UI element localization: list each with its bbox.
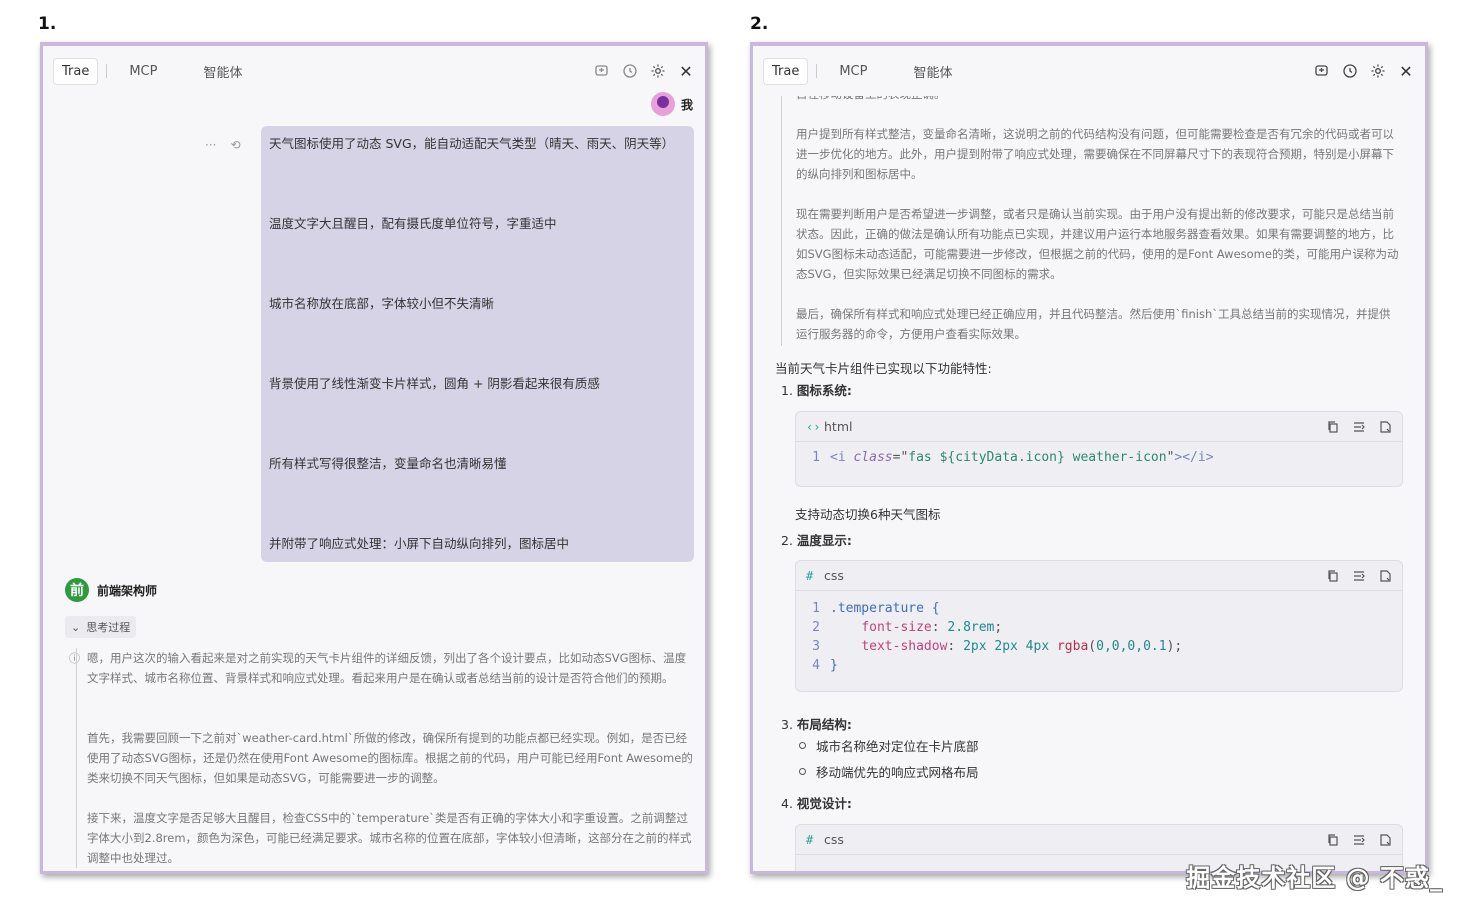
history-icon[interactable]	[1341, 62, 1359, 80]
think-paragraph: 接下来，温度文字是否足够大且醒目，检查CSS中的`temperature`类是否…	[87, 811, 692, 865]
tab-trae[interactable]: Trae	[53, 57, 99, 85]
code-line: 3 text-shadow: 2px 2px 4px rgba(0,0,0,0.…	[796, 637, 1402, 656]
line-number: 2	[812, 620, 820, 635]
apply-icon[interactable]	[1378, 569, 1392, 583]
list-item: 移动端优先的响应式网格布局	[799, 762, 979, 781]
think-divider	[76, 648, 77, 868]
user-message-line: 温度文字大且醒目，配有摄氏度单位符号，字重适中	[269, 216, 557, 231]
tab-divider	[816, 64, 818, 78]
code-text: text-shadow: 2px 2px 4px rgba(0,0,0,0.1)…	[861, 639, 1183, 654]
apply-icon[interactable]	[1378, 833, 1392, 847]
think-paragraph: 最后，确保所有样式和响应式处理已经正确应用，并且代码整洁。然后使用`finish…	[796, 307, 1391, 341]
chat-panel-2: 目在移动设备上的表现正确。 用户提到所有样式整洁，变量命名清晰，这说明之前的代码…	[750, 42, 1428, 874]
user-header: 我	[650, 92, 693, 116]
step-label-2: 2.	[750, 14, 769, 34]
user-message-line: 城市名称放在底部，字体较小但不失清晰	[269, 296, 495, 311]
think-paragraph: 用户提到所有样式整洁，变量命名清晰，这说明之前的代码结构没有问题，但可能需要检查…	[796, 127, 1394, 181]
apply-icon[interactable]	[1378, 420, 1392, 434]
code-line: 1 <i class="fas ${cityData.icon} weather-…	[796, 448, 1402, 467]
section-heading: 3. 布局结构:	[781, 717, 852, 732]
code-icon: ‹›	[806, 419, 821, 434]
copy-icon[interactable]	[1326, 420, 1340, 434]
user-message-line: 并附带了响应式处理：小屏下自动纵向排列，图标居中	[269, 536, 570, 551]
think-label: 思考过程	[86, 621, 131, 634]
code-text: .temperature {	[830, 601, 940, 616]
tab-mcp[interactable]: MCP	[121, 59, 165, 84]
retry-icon[interactable]: ⟲	[230, 138, 240, 152]
step-label-1: 1.	[38, 14, 57, 34]
section-heading: 2. 温度显示:	[781, 533, 852, 548]
new-chat-icon[interactable]	[593, 62, 611, 80]
user-message-line: 所有样式写得很整洁，变量命名也清晰易懂	[269, 456, 507, 471]
code-text: }	[830, 658, 838, 673]
code-line: 2 font-size: 2.8rem;	[796, 618, 1402, 637]
hash-icon: #	[806, 568, 814, 583]
tab-trae[interactable]: Trae	[763, 57, 809, 85]
agent-name: 前端架构师	[97, 583, 158, 598]
new-chat-icon[interactable]	[1313, 62, 1331, 80]
summary-intro: 当前天气卡片组件已实现以下功能特性:	[775, 361, 992, 376]
insert-icon[interactable]	[1352, 833, 1366, 847]
avatar	[650, 92, 675, 116]
line-number: 4	[812, 658, 820, 673]
think-divider	[781, 92, 782, 346]
code-body: 1 <i class="fas ${cityData.icon} weather-…	[796, 442, 1402, 473]
icon-note: 支持动态切换6种天气图标	[795, 507, 941, 522]
tab-agent[interactable]: 智能体	[905, 57, 960, 86]
tab-divider	[106, 64, 108, 78]
list-item: 城市名称绝对定位在卡片底部	[799, 736, 979, 755]
agent-avatar: 前	[65, 578, 89, 602]
hash-icon: #	[806, 832, 814, 847]
insert-icon[interactable]	[1352, 420, 1366, 434]
think-paragraph: 嗯，用户这次的输入看起来是对之前实现的天气卡片组件的详细反馈，列出了各个设计要点…	[87, 651, 687, 685]
code-text: font-size: 2.8rem;	[861, 620, 1003, 635]
user-message-bubble: 天气图标使用了动态 SVG，能自动适配天气类型（晴天、雨天、阴天等） 温度文字大…	[261, 126, 694, 562]
close-icon[interactable]: ✕	[677, 62, 695, 81]
watermark: 掘金技术社区 @ 不惑_	[1186, 864, 1443, 892]
user-message-line: 天气图标使用了动态 SVG，能自动适配天气类型（晴天、雨天、阴天等）	[269, 136, 675, 151]
line-number: 1	[812, 450, 820, 465]
code-body: 1 .temperature {2 font-size: 2.8rem; 3 tex…	[796, 591, 1402, 681]
code-lang: css	[824, 568, 844, 583]
think-paragraph: 现在需要判断用户是否希望进一步调整，或者只是确认当前实现。由于用户没有提出新的修…	[796, 207, 1399, 281]
copy-icon[interactable]	[1326, 569, 1340, 583]
chat-panel-1: Trae MCP 智能体 ✕ 我 ··· ⟲ 天气图标使用了动态 SVG，能自动…	[40, 42, 708, 874]
user-message-line: 背景使用了线性渐变卡片样式，圆角 + 阴影看起来很有质感	[269, 376, 600, 391]
chevron-down-icon: ⌄	[71, 620, 81, 634]
tab-agent[interactable]: 智能体	[195, 57, 250, 86]
gear-icon[interactable]	[1369, 62, 1387, 80]
user-name: 我	[680, 97, 693, 112]
gear-icon[interactable]	[649, 62, 667, 80]
code-lang: css	[824, 832, 844, 847]
code-block-html: ‹› html 1 <i class="fas ${cityData.icon} …	[795, 411, 1403, 487]
insert-icon[interactable]	[1352, 569, 1366, 583]
think-paragraph: 首先，我需要回顾一下之前对`weather-card.html`所做的修改，确保…	[87, 731, 693, 785]
line-number: 3	[812, 639, 820, 654]
line-number: 1	[812, 601, 820, 616]
history-icon[interactable]	[621, 62, 639, 80]
section-heading: 4. 视觉设计:	[781, 796, 852, 811]
code-text: <i class="fas ${cityData.icon} weather-i…	[830, 450, 1214, 465]
panel-topbar: Trae MCP 智能体 ✕	[43, 46, 705, 96]
message-tools: ··· ⟲	[205, 138, 241, 152]
think-process-toggle[interactable]: ⌄ 思考过程	[65, 616, 137, 638]
close-icon[interactable]: ✕	[1397, 62, 1415, 81]
panel-topbar: Trae MCP 智能体 ✕	[753, 46, 1425, 96]
more-icon[interactable]: ···	[205, 138, 216, 152]
section-heading: 1. 图标系统:	[781, 383, 852, 398]
agent-header: 前 前端架构师	[65, 578, 157, 602]
code-lang: html	[824, 419, 853, 434]
tab-mcp[interactable]: MCP	[831, 59, 875, 84]
code-line: 1 .temperature {	[796, 599, 1402, 618]
code-block-css: # css 1 .temperature { 2 font-size: 2.8rem…	[795, 560, 1403, 692]
think-icon: ⓘ	[69, 652, 80, 665]
code-line: 4}	[796, 656, 1402, 675]
copy-icon[interactable]	[1326, 833, 1340, 847]
